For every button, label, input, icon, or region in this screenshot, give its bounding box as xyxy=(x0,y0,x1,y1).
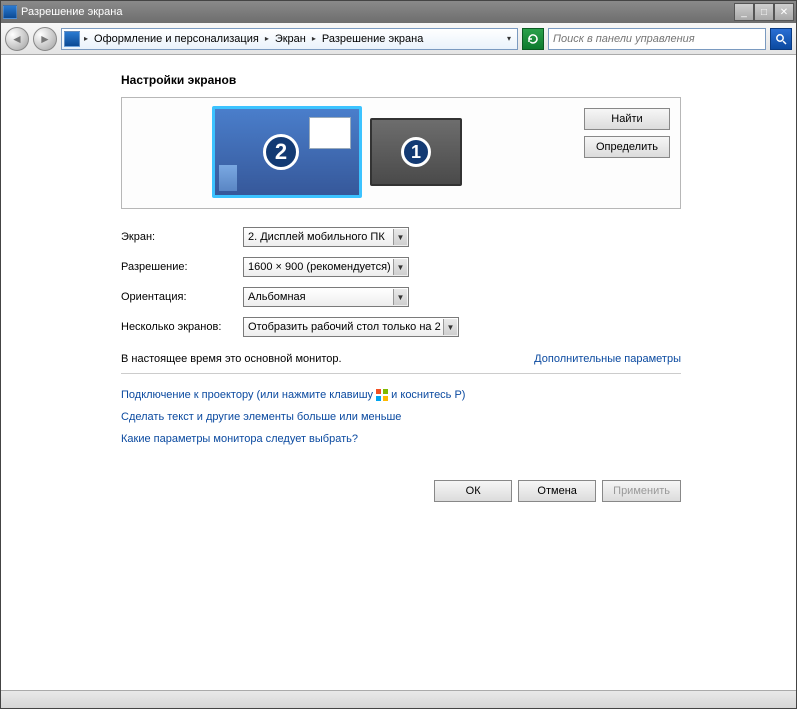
primary-monitor-text: В настоящее время это основной монитор. xyxy=(121,353,342,365)
chevron-right-icon: ▸ xyxy=(310,34,318,43)
resolution-label: Разрешение: xyxy=(121,261,243,273)
address-bar[interactable]: ▸ Оформление и персонализация ▸ Экран ▸ … xyxy=(61,28,518,50)
projector-link-pre: Подключение к проектору (или нажмите кла… xyxy=(121,389,376,401)
chevron-down-icon: ▼ xyxy=(393,229,407,245)
text-size-link[interactable]: Сделать текст и другие элементы больше и… xyxy=(121,411,401,423)
orientation-value: Альбомная xyxy=(248,291,306,303)
page-heading: Настройки экранов xyxy=(121,73,681,87)
which-params-link[interactable]: Какие параметры монитора следует выбрать… xyxy=(121,433,358,445)
multi-value: Отобразить рабочий стол только на 2 xyxy=(248,321,441,333)
projector-link[interactable]: Подключение к проектору (или нажмите кла… xyxy=(121,389,465,401)
projector-link-post: и коснитесь P) xyxy=(388,389,465,401)
content-area: Настройки экранов 2 1 Найти Определить xyxy=(1,55,796,690)
monitor-side-buttons: Найти Определить xyxy=(584,108,670,158)
primary-monitor-row: В настоящее время это основной монитор. … xyxy=(121,347,681,374)
apply-button[interactable]: Применить xyxy=(602,480,681,502)
maximize-button[interactable]: □ xyxy=(754,3,774,21)
search-button[interactable] xyxy=(770,28,792,50)
refresh-icon xyxy=(527,33,539,45)
control-panel-icon xyxy=(64,31,80,47)
screen-value: 2. Дисплей мобильного ПК xyxy=(248,231,385,243)
cancel-button[interactable]: Отмена xyxy=(518,480,596,502)
address-dropdown-icon[interactable]: ▾ xyxy=(503,34,515,43)
monitor-1[interactable]: 1 xyxy=(370,118,462,186)
help-links: Подключение к проектору (или нажмите кла… xyxy=(121,384,681,450)
monitor-preview-area: 2 1 Найти Определить xyxy=(121,97,681,209)
screen-select[interactable]: 2. Дисплей мобильного ПК ▼ xyxy=(243,227,409,247)
statusbar xyxy=(1,690,796,708)
screen-label: Экран: xyxy=(121,231,243,243)
multi-select[interactable]: Отобразить рабочий стол только на 2 ▼ xyxy=(243,317,459,337)
window: Разрешение экрана _ □ ✕ ◄ ► ▸ Оформление… xyxy=(0,0,797,709)
dialog-buttons: ОК Отмена Применить xyxy=(121,480,681,502)
breadcrumb-item[interactable]: Оформление и персонализация xyxy=(92,31,261,47)
breadcrumb-item[interactable]: Экран xyxy=(273,31,308,47)
search-input[interactable] xyxy=(551,32,763,46)
resolution-value: 1600 × 900 (рекомендуется) xyxy=(248,261,391,273)
monitor-number: 1 xyxy=(401,137,431,167)
minimize-button[interactable]: _ xyxy=(734,3,754,21)
find-button[interactable]: Найти xyxy=(584,108,670,130)
search-icon xyxy=(775,33,787,45)
refresh-button[interactable] xyxy=(522,28,544,50)
forward-button[interactable]: ► xyxy=(33,27,57,51)
windows-logo-icon xyxy=(376,389,388,401)
back-button[interactable]: ◄ xyxy=(5,27,29,51)
close-button[interactable]: ✕ xyxy=(774,3,794,21)
chevron-down-icon: ▼ xyxy=(393,259,407,275)
preview-window-icon xyxy=(309,117,351,149)
titlebar: Разрешение экрана _ □ ✕ xyxy=(1,1,796,23)
monitor-2[interactable]: 2 xyxy=(212,106,362,198)
window-controls: _ □ ✕ xyxy=(734,3,794,21)
navbar: ◄ ► ▸ Оформление и персонализация ▸ Экра… xyxy=(1,23,796,55)
chevron-down-icon: ▼ xyxy=(443,319,457,335)
multi-label: Несколько экранов: xyxy=(121,321,243,333)
search-box xyxy=(548,28,766,50)
orientation-label: Ориентация: xyxy=(121,291,243,303)
monitor-icons: 2 1 xyxy=(212,106,462,198)
orientation-select[interactable]: Альбомная ▼ xyxy=(243,287,409,307)
window-title: Разрешение экрана xyxy=(21,6,734,18)
breadcrumb-item[interactable]: Разрешение экрана xyxy=(320,31,425,47)
chevron-right-icon: ▸ xyxy=(82,34,90,43)
chevron-right-icon: ▸ xyxy=(263,34,271,43)
monitor-number: 2 xyxy=(263,134,299,170)
chevron-down-icon: ▼ xyxy=(393,289,407,305)
app-icon xyxy=(3,5,17,19)
resolution-select[interactable]: 1600 × 900 (рекомендуется) ▼ xyxy=(243,257,409,277)
detect-button[interactable]: Определить xyxy=(584,136,670,158)
ok-button[interactable]: ОК xyxy=(434,480,512,502)
advanced-settings-link[interactable]: Дополнительные параметры xyxy=(534,353,681,365)
